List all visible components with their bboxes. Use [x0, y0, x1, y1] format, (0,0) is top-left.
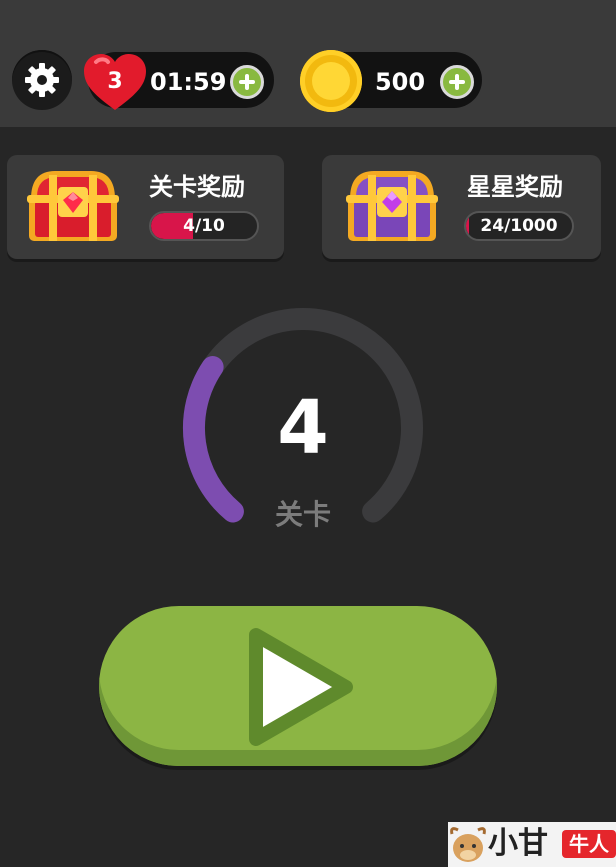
star-reward-progress: 24/1000: [464, 211, 574, 241]
watermark-tag: 牛人: [562, 830, 616, 858]
star-reward-card[interactable]: 星星奖励 24/1000: [322, 155, 601, 259]
watermark: 小甘 牛人: [448, 822, 616, 867]
add-coins-button[interactable]: [440, 65, 474, 99]
add-lives-button[interactable]: [230, 65, 264, 99]
settings-button[interactable]: [12, 50, 72, 110]
coin-icon: [300, 50, 362, 112]
level-reward-progress: 4/10: [149, 211, 259, 241]
level-reward-title: 关卡奖励: [149, 173, 245, 201]
play-button[interactable]: [99, 606, 497, 766]
level-reward-card[interactable]: 关卡奖励 4/10: [7, 155, 284, 259]
lives-count: 3: [107, 69, 123, 94]
red-chest-icon: [27, 171, 119, 241]
gear-icon: [25, 63, 59, 97]
level-number: 4: [277, 385, 329, 471]
ox-logo-icon: [450, 827, 486, 862]
level-progress-arc: [182, 356, 244, 523]
lives-timer: 01:59: [150, 68, 227, 96]
level-label: 关卡: [274, 498, 331, 531]
star-reward-title: 星星奖励: [467, 173, 563, 201]
watermark-text: 小甘: [488, 826, 548, 861]
play-icon: [249, 628, 353, 746]
purple-chest-icon: [346, 171, 438, 241]
star-reward-progress-text: 24/1000: [480, 216, 558, 236]
level-reward-progress-text: 4/10: [183, 216, 225, 236]
coins-count: 500: [374, 68, 426, 96]
